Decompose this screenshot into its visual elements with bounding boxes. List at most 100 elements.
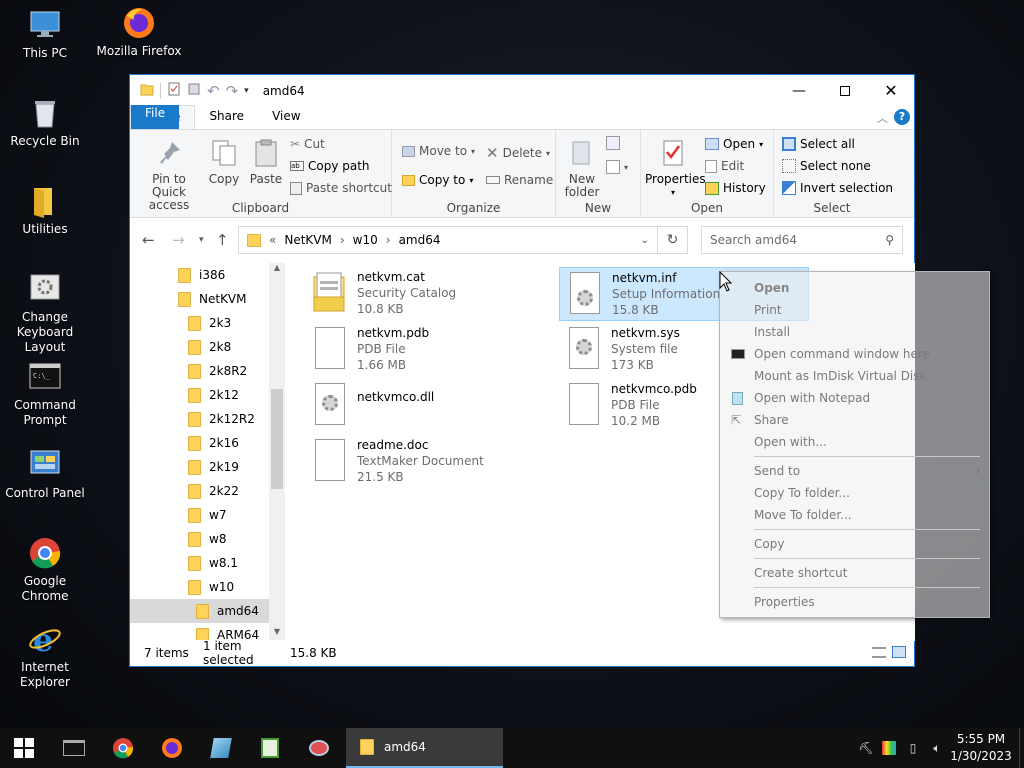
file-item-netkvm-pdb[interactable]: netkvm.pdb PDB File 1.66 MB — [311, 325, 551, 375]
open-button[interactable]: Open ▾ — [705, 137, 763, 151]
taskbar-app-3[interactable] — [297, 728, 341, 768]
customize-qat-icon[interactable]: ▾ — [244, 86, 249, 96]
menu-item-copy-to-folder[interactable]: Copy To folder... — [720, 482, 991, 504]
desktop-icon-google-chrome[interactable]: Google Chrome — [0, 536, 90, 604]
menu-item-properties[interactable]: Properties — [720, 591, 991, 613]
file-item-netkvmco-dll[interactable]: netkvmco.dll — [311, 381, 551, 431]
breadcrumb-netkvm[interactable]: NetKVM — [284, 233, 332, 247]
clock[interactable]: 5:55 PM 1/30/2023 — [950, 731, 1012, 765]
paste-button[interactable]: Paste — [246, 138, 286, 186]
tray-volume-muted-icon[interactable]: 🔈︎ — [926, 728, 948, 768]
select-all-button[interactable]: Select all — [782, 137, 855, 151]
cut-button[interactable]: ✂ Cut — [290, 137, 325, 151]
tree-item-w10[interactable]: w10 — [130, 575, 269, 599]
large-icons-view-icon[interactable] — [892, 646, 906, 658]
menu-item-copy[interactable]: Copy — [720, 533, 991, 555]
copy-path-button[interactable]: ab Copy path — [290, 159, 370, 173]
tree-item-2k22[interactable]: 2k22 — [130, 479, 269, 503]
desktop-icon-control-panel[interactable]: Control Panel — [0, 448, 90, 501]
tree-item-2k8[interactable]: 2k8 — [130, 335, 269, 359]
navigation-scrollbar[interactable]: ▲ ▼ — [269, 263, 285, 641]
desktop-icon-firefox[interactable]: Mozilla Firefox — [94, 6, 184, 59]
scroll-up-icon[interactable]: ▲ — [269, 263, 285, 277]
breadcrumb-w10[interactable]: w10 — [353, 233, 378, 247]
tree-item-i386[interactable]: i386 — [130, 263, 269, 287]
new-item-button[interactable] — [606, 136, 620, 150]
breadcrumb-amd64[interactable]: amd64 — [399, 233, 441, 247]
redo-icon[interactable]: ↷ — [226, 82, 239, 100]
menu-item-open-with-notepad[interactable]: Open with Notepad — [720, 387, 991, 409]
move-to-button[interactable]: Move to ▾ — [402, 144, 475, 158]
file-item-readme-doc[interactable]: readme.doc TextMaker Document 21.5 KB — [311, 437, 551, 487]
edit-button[interactable]: Edit — [705, 159, 744, 173]
tree-item-2k8r2[interactable]: 2k8R2 — [130, 359, 269, 383]
help-icon[interactable]: ? — [894, 109, 910, 125]
menu-item-open-with[interactable]: Open with... — [720, 431, 991, 453]
tree-item-2k12r2[interactable]: 2k12R2 — [130, 407, 269, 431]
desktop-icon-internet-explorer[interactable]: e Internet Explorer — [0, 621, 90, 690]
tree-item-w7[interactable]: w7 — [130, 503, 269, 527]
desktop-icon-utilities[interactable]: Utilities — [0, 184, 90, 237]
history-button[interactable]: History — [705, 181, 766, 195]
new-folder-qat-icon[interactable] — [187, 82, 201, 99]
desktop-icon-recycle-bin[interactable]: Recycle Bin — [0, 96, 90, 149]
minimize-button[interactable]: — — [776, 75, 822, 106]
rename-button[interactable]: Rename — [486, 173, 553, 187]
tab-file[interactable]: File — [131, 105, 180, 129]
menu-item-share[interactable]: ⇱ Share — [720, 409, 991, 431]
tree-item-netkvm[interactable]: NetKVM — [130, 287, 269, 311]
taskbar-app-1[interactable] — [199, 728, 243, 768]
menu-item-create-shortcut[interactable]: Create shortcut — [720, 562, 991, 584]
menu-item-open-command-window[interactable]: Open command window here — [720, 343, 991, 365]
tree-item-w8[interactable]: w8 — [130, 527, 269, 551]
copy-button[interactable]: Copy — [206, 138, 242, 186]
desktop-icon-command-prompt[interactable]: C:\_ Command Prompt — [0, 360, 90, 428]
menu-item-move-to-folder[interactable]: Move To folder... — [720, 504, 991, 526]
scroll-thumb[interactable] — [271, 389, 283, 489]
address-overflow[interactable]: « — [269, 233, 276, 247]
copy-to-button[interactable]: Copy to ▾ — [402, 173, 473, 187]
address-dropdown-icon[interactable]: ⌄ — [641, 235, 649, 246]
refresh-button[interactable]: ↻ — [658, 226, 688, 254]
details-view-icon[interactable] — [872, 647, 886, 658]
desktop-icon-this-pc[interactable]: This PC — [0, 8, 90, 61]
start-button[interactable] — [0, 728, 48, 768]
properties-qat-icon[interactable] — [167, 82, 181, 99]
recent-locations-button[interactable]: ▾ — [199, 218, 204, 262]
taskbar-firefox[interactable] — [150, 728, 194, 768]
invert-selection-button[interactable]: Invert selection — [782, 181, 893, 195]
desktop-icon-change-keyboard-layout[interactable]: Change Keyboard Layout — [0, 272, 90, 355]
tree-item-w8-1[interactable]: w8.1 — [130, 551, 269, 575]
new-folder-button[interactable]: New folder — [562, 138, 602, 199]
tree-item-2k12[interactable]: 2k12 — [130, 383, 269, 407]
back-button[interactable]: ← — [142, 218, 155, 262]
file-item-netkvm-cat[interactable]: netkvm.cat Security Catalog 10.8 KB — [311, 269, 551, 319]
tray-usb-icon[interactable]: ▯ — [906, 728, 920, 768]
search-input[interactable]: Search amd64 ⚲ — [701, 226, 903, 254]
taskbar-chrome[interactable] — [101, 728, 145, 768]
up-button[interactable]: ↑ — [216, 218, 229, 262]
tab-view[interactable]: View — [258, 105, 314, 129]
menu-item-mount-imdisk[interactable]: Mount as ImDisk Virtual Disk — [720, 365, 991, 387]
taskbar-app-2[interactable] — [248, 728, 292, 768]
taskbar-command-prompt[interactable] — [52, 728, 96, 768]
tree-item-2k19[interactable]: 2k19 — [130, 455, 269, 479]
tree-item-2k16[interactable]: 2k16 — [130, 431, 269, 455]
maximize-button[interactable] — [822, 75, 868, 106]
undo-icon[interactable]: ↶ — [207, 82, 220, 100]
paste-shortcut-button[interactable]: Paste shortcut — [290, 181, 392, 195]
show-desktop-button[interactable] — [1019, 728, 1024, 768]
forward-button[interactable]: → — [172, 218, 185, 262]
properties-button[interactable]: Properties ▾ — [645, 138, 706, 199]
collapse-ribbon-icon[interactable]: ︿ — [877, 110, 888, 126]
close-button[interactable]: ✕ — [868, 75, 914, 106]
delete-button[interactable]: ✕ Delete ▾ — [486, 144, 550, 162]
tab-share[interactable]: Share — [195, 105, 258, 129]
menu-item-print[interactable]: Print — [720, 299, 991, 321]
tray-app-icon[interactable] — [880, 728, 898, 768]
tray-network-icon[interactable]: ⛏ — [858, 728, 874, 768]
taskbar-window-amd64[interactable]: amd64 — [346, 728, 503, 768]
tree-item-2k3[interactable]: 2k3 — [130, 311, 269, 335]
menu-item-send-to[interactable]: Send to › — [720, 460, 991, 482]
select-none-button[interactable]: Select none — [782, 159, 871, 173]
